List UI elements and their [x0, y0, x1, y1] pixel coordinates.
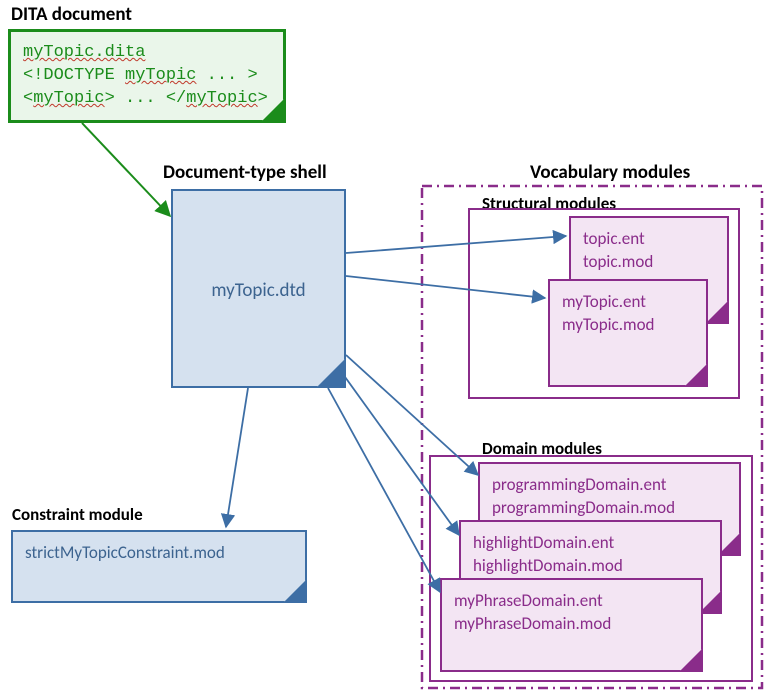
topic-ent: topic.ent	[583, 228, 715, 251]
highlightdomain-mod: highlightDomain.mod	[473, 555, 708, 578]
vocabulary-modules-heading: Vocabulary modules	[530, 161, 690, 184]
domain-module-myphrase: myPhraseDomain.ent myPhraseDomain.mod	[440, 578, 703, 672]
dita-document-box: myTopic.dita <!DOCTYPE myTopic ... > <my…	[8, 29, 286, 123]
arrow-shell-to-constraint	[226, 388, 248, 527]
arrow-shell-to-topic	[346, 236, 566, 253]
structural-modules-heading: Structural modules	[482, 193, 616, 214]
constraint-file: strictMyTopicConstraint.mod	[25, 542, 293, 565]
myphrasedomain-ent: myPhraseDomain.ent	[454, 590, 689, 613]
domain-modules-heading: Domain modules	[482, 438, 602, 459]
arrow-shell-to-highlight	[340, 370, 459, 535]
constraint-module-heading: Constraint module	[12, 504, 143, 525]
programmingdomain-mod: programmingDomain.mod	[492, 497, 727, 520]
mytopic-mod: myTopic.mod	[562, 314, 694, 337]
arrow-shell-to-myphrase	[328, 388, 440, 592]
arrow-shell-to-programming	[346, 355, 478, 475]
mytopic-ent: myTopic.ent	[562, 291, 694, 314]
structural-module-mytopic: myTopic.ent myTopic.mod	[548, 279, 708, 387]
highlightdomain-ent: highlightDomain.ent	[473, 532, 708, 555]
diagram-stage: DITA document Document-type shell Vocabu…	[0, 0, 773, 692]
constraint-module-box: strictMyTopicConstraint.mod	[11, 530, 307, 603]
arrow-shell-to-mytopic	[346, 276, 545, 298]
programmingdomain-ent: programmingDomain.ent	[492, 474, 727, 497]
dita-document-heading: DITA document	[11, 3, 132, 26]
myphrasedomain-mod: myPhraseDomain.mod	[454, 613, 689, 636]
shell-file: myTopic.dtd	[211, 278, 305, 304]
topic-mod: topic.mod	[583, 251, 715, 274]
dita-file-name: myTopic.dita	[23, 43, 145, 62]
doc-type-shell-box: myTopic.dtd	[171, 189, 346, 388]
arrow-dita-to-shell	[82, 123, 170, 216]
doc-type-shell-heading: Document-type shell	[163, 161, 327, 184]
